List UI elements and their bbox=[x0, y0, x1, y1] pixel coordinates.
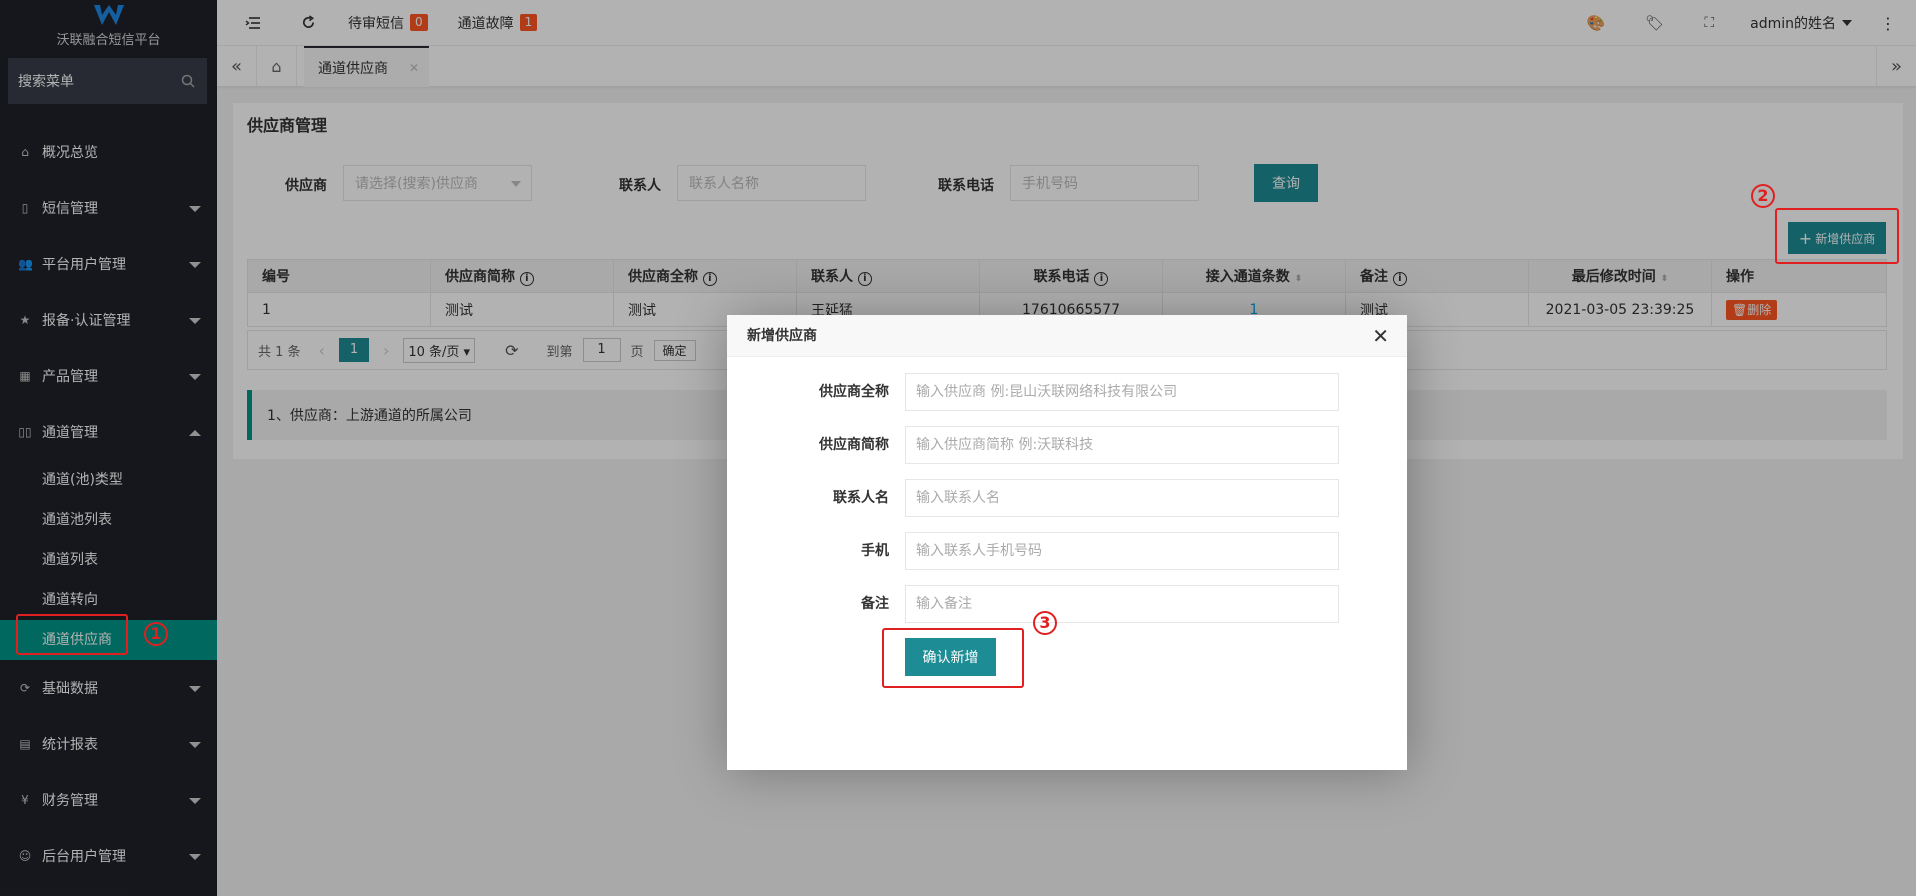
field-note: 备注 输入备注 bbox=[727, 585, 1407, 623]
annotation-box-1 bbox=[16, 614, 128, 655]
annotation-number-1: 1 bbox=[144, 622, 168, 646]
close-icon[interactable]: ✕ bbox=[1372, 326, 1389, 346]
phone-number-input[interactable]: 输入联系人手机号码 bbox=[905, 532, 1339, 570]
annotation-number-3: 3 bbox=[1033, 611, 1057, 635]
full-name-input[interactable]: 输入供应商 例:昆山沃联网络科技有限公司 bbox=[905, 373, 1339, 411]
field-label: 供应商简称 bbox=[819, 437, 889, 453]
field-contact: 联系人名 输入联系人名 bbox=[727, 479, 1407, 517]
contact-name-input[interactable]: 输入联系人名 bbox=[905, 479, 1339, 517]
field-label: 联系人名 bbox=[833, 490, 889, 506]
dialog-title: 新增供应商 bbox=[727, 315, 1407, 357]
field-full-name: 供应商全称 输入供应商 例:昆山沃联网络科技有限公司 bbox=[727, 373, 1407, 411]
field-label: 供应商全称 bbox=[819, 384, 889, 400]
annotation-box-3 bbox=[882, 628, 1024, 688]
note-input[interactable]: 输入备注 bbox=[905, 585, 1339, 623]
short-name-input[interactable]: 输入供应商简称 例:沃联科技 bbox=[905, 426, 1339, 464]
annotation-box-2 bbox=[1775, 208, 1899, 264]
field-short-name: 供应商简称 输入供应商简称 例:沃联科技 bbox=[727, 426, 1407, 464]
add-supplier-dialog: 新增供应商 ✕ 供应商全称 输入供应商 例:昆山沃联网络科技有限公司 供应商简称… bbox=[727, 315, 1407, 770]
annotation-number-2: 2 bbox=[1751, 184, 1775, 208]
field-label: 手机 bbox=[861, 543, 889, 559]
field-phone: 手机 输入联系人手机号码 bbox=[727, 532, 1407, 570]
field-label: 备注 bbox=[861, 596, 889, 612]
